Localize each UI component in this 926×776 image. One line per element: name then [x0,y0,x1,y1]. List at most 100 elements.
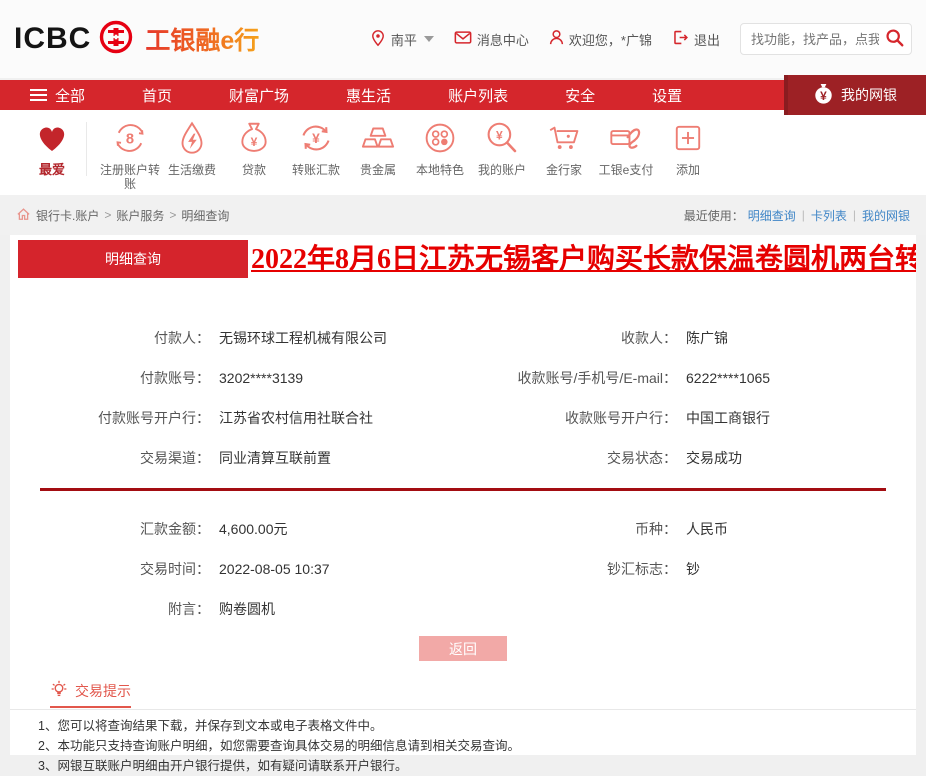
quicklink-loan[interactable]: ¥ 贷款 [223,119,285,177]
search-icon[interactable] [885,28,905,51]
breadcrumb-item[interactable]: 明细查询 [181,207,229,224]
location-selector[interactable]: 南平 [370,29,434,50]
location-pin-icon [370,29,386,50]
field-label: 收款人： [621,330,677,346]
svg-text:¥: ¥ [820,89,827,103]
nav-item-label: 首页 [142,87,173,105]
nav-item-settings[interactable]: 设置 [652,85,682,106]
field-row: 付款账号： 3202****3139 收款账号/手机号/E-mail： 6222**… [10,358,916,398]
water-drop-bolt-icon [173,119,211,160]
nav-item-life[interactable]: 惠生活 [346,85,391,106]
quicklink-favorites[interactable]: 最爱 [24,119,80,177]
tips-title: 交易提示 [75,682,131,699]
logo: ICBC 工银融e行 [14,19,259,60]
payer-account: 3202****3139 [219,370,304,386]
logout-button[interactable]: 退出 [672,29,720,49]
icbc-logo-text: ICBC [14,22,92,55]
tips-header-row: 交易提示 [10,680,916,710]
nav-item-home[interactable]: 首页 [142,85,172,106]
recent-link-detail-query[interactable]: 明细查询 [748,207,796,224]
welcome-user[interactable]: 欢迎您，*广锦 [549,29,652,49]
transaction-channel: 同业清算互联前置 [219,450,331,466]
envelope-icon [454,30,472,48]
quicklink-precious-metal[interactable]: 贵金属 [347,119,409,177]
shopping-cart-icon [545,119,583,160]
field-label: 付款账号开户行： [98,410,210,426]
nav-item-security[interactable]: 安全 [565,85,595,106]
recent-link-card-list[interactable]: 卡列表 [811,207,847,224]
field-label: 币种： [635,521,677,537]
detail-panel: 明细查询 2022年8月6日江苏无锡客户购买长款保温卷圆机两台转账4600元 付… [10,235,916,773]
logout-icon [672,29,689,49]
my-ebank-label: 我的网银 [841,87,897,103]
search-input[interactable] [749,30,881,48]
divider: | [852,208,856,222]
my-ebank-ribbon[interactable]: ¥ 我的网银 [784,75,926,115]
chevron-down-icon [423,36,434,42]
quicklink-life-payment[interactable]: 生活缴费 [161,119,223,177]
postscript: 购卷圆机 [219,601,275,617]
quicklink-register-transfer[interactable]: 8 注册账户转账 [99,119,161,191]
nav-item-all[interactable]: 全部 [30,85,85,106]
svg-text:¥: ¥ [251,135,258,149]
payee-name: 陈广锦 [686,330,728,346]
quicklink-label: 贵金属 [359,163,396,177]
message-center-link[interactable]: 消息中心 [454,30,529,49]
field-label: 收款账号/手机号/E-mail： [517,370,677,386]
field-row: 付款人： 无锡环球工程机械有限公司 收款人： 陈广锦 [10,318,916,358]
svg-text:¥: ¥ [496,128,503,142]
nav-item-wealth[interactable]: 财富广场 [229,85,289,106]
transaction-time: 2022-08-05 10:37 [219,561,330,577]
quicklink-add[interactable]: 添加 [657,119,719,177]
tips-list: 1、您可以将查询结果下载，并保存到文本或电子表格文件中。 2、本功能只支持查询账… [38,717,916,776]
plus-icon [669,119,707,160]
field-label: 收款账号开户行： [565,410,677,426]
tip-item: 3、网银互联账户明细由开户银行提供，如有疑问请联系开户银行。 [38,759,408,773]
panel-title-row: 明细查询 2022年8月6日江苏无锡客户购买长款保温卷圆机两台转账4600元 [10,240,916,278]
user-icon [549,29,564,49]
page-title: 明细查询 [18,240,248,278]
field-label: 交易时间： [140,561,210,577]
nav-item-label: 惠生活 [346,87,392,105]
money-bag-yuan-icon: ¥ [235,119,273,160]
nav-item-accounts[interactable]: 账户列表 [448,85,508,106]
recent-link-my-ebank[interactable]: 我的网银 [862,207,910,224]
breadcrumb-item[interactable]: 账户服务 [116,207,164,224]
payer-bank: 江苏省农村信用社联合社 [219,410,373,426]
currency: 人民币 [686,521,728,537]
lightbulb-icon [50,680,68,701]
quicklink-icbc-epay[interactable]: 工银e支付 [595,119,657,177]
home-icon[interactable] [16,207,31,224]
tip-item: 2、本功能只支持查询账户明细，如您需要查询具体交易的明细信息请到相关交易查询。 [38,739,520,753]
field-label: 付款账号： [140,370,210,386]
quicklink-label: 最爱 [38,162,65,177]
quicklink-my-account[interactable]: ¥ 我的账户 [471,119,533,177]
nav-item-label: 财富广场 [229,87,290,105]
search-box[interactable] [740,23,912,55]
detail-fields-bottom: 汇款金额： 4,600.00元 币种： 人民币 交易时间： 2022-08-05 10… [10,509,916,629]
quicklink-label: 生活缴费 [167,163,216,177]
nav-item-label: 账户列表 [448,87,509,105]
field-row: 付款账号开户行： 江苏省农村信用社联合社 收款账号开户行： 中国工商银行 [10,398,916,438]
breadcrumb-item[interactable]: 银行卡.账户 [36,207,99,224]
back-button[interactable]: 返回 [419,636,507,661]
hamburger-icon [30,89,47,101]
gold-bars-icon [359,119,397,160]
icbc-emblem-icon [98,19,134,60]
quicklink-local-feature[interactable]: 本地特色 [409,119,471,177]
annotation-text: 2022年8月6日江苏无锡客户购买长款保温卷圆机两台转账4600元 [251,244,916,275]
quicklink-transfer-remit[interactable]: ¥ 转账汇款 [285,119,347,177]
transfer-arrows-yuan-icon: ¥ [297,119,335,160]
breadcrumb: 银行卡.账户 > 账户服务 > 明细查询 [16,207,229,224]
magnifier-yuan-icon: ¥ [483,119,521,160]
quicklink-label: 工银e支付 [598,163,654,177]
dots-circle-icon [421,119,459,160]
section-divider [40,488,886,491]
recently-used: 最近使用： 明细查询 | 卡列表 | 我的网银 [684,207,910,224]
quicklink-label: 转账汇款 [291,163,340,177]
tip-item: 1、您可以将查询结果下载，并保存到文本或电子表格文件中。 [38,719,383,733]
top-header: ICBC 工银融e行 南平 消息中心 欢迎您，*广锦 退出 找功能，找产品，点我… [0,0,926,78]
divider: | [801,208,805,222]
recently-used-label: 最近使用： [683,208,744,223]
quicklink-gold-expert[interactable]: 金行家 [533,119,595,177]
